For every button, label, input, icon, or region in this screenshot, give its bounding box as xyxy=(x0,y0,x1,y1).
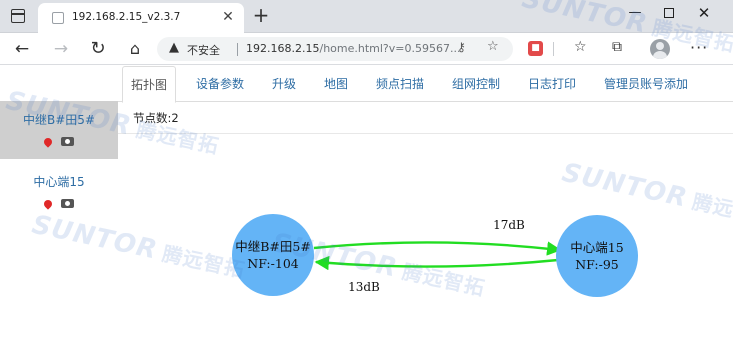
tab-topology[interactable]: 拓扑图 xyxy=(122,66,177,103)
tab-upgrade[interactable]: 升级 xyxy=(272,75,296,92)
tab-device-params[interactable]: 设备参数 xyxy=(196,75,244,92)
tab-map[interactable]: 地图 xyxy=(324,75,348,92)
url-text[interactable]: 192.168.2.15/home.html?v=0.59567... xyxy=(246,42,460,55)
tab-frequency-scan[interactable]: 频点扫描 xyxy=(376,75,424,92)
topology-node-center-nf: NF:-95 xyxy=(575,257,619,272)
tab-title: 192.168.2.15_v2.3.7 xyxy=(72,11,181,23)
node-count: 节点数:2 xyxy=(133,111,179,125)
close-window-button[interactable]: ✕ xyxy=(690,2,718,24)
maximize-button[interactable] xyxy=(655,2,683,24)
forward-icon[interactable]: → xyxy=(50,38,72,60)
topology-node-center-name: 中心端15 xyxy=(570,240,623,255)
new-tab-button[interactable]: + xyxy=(250,4,272,26)
reload-icon[interactable]: ↻ xyxy=(87,38,109,60)
page-favicon-icon xyxy=(52,12,64,24)
extension-icon[interactable]: ■ xyxy=(528,41,543,56)
sidebar-node-center[interactable]: 中心端15 xyxy=(0,163,118,221)
back-icon[interactable]: ← xyxy=(11,38,33,60)
page-content: 中继B#田5# 中心端15 拓扑图 设备参数 升级 地图 频点扫描 组网控制 日… xyxy=(0,66,733,342)
warning-icon[interactable]: ▲ xyxy=(169,40,179,55)
address-bar[interactable]: ▲ 不安全 192.168.2.15/home.html?v=0.59567..… xyxy=(157,37,513,61)
maximize-icon xyxy=(664,7,674,18)
link-13db-label: 13dB xyxy=(348,280,380,294)
tab-log-print[interactable]: 日志打印 xyxy=(528,75,576,92)
sidebar-node-relay[interactable]: 中继B#田5# xyxy=(0,101,118,159)
browser-tab[interactable]: 192.168.2.15_v2.3.7 ✕ xyxy=(38,3,244,33)
sidebar-node-name: 中心端15 xyxy=(33,175,85,189)
favorites-icon[interactable]: ☆ xyxy=(574,39,587,55)
home-icon[interactable]: ⌂ xyxy=(124,38,146,60)
browser-toolbar: ← → ↻ ⌂ ▲ 不安全 192.168.2.15/home.html?v=0… xyxy=(0,33,733,65)
url-path: /home.html?v=0.59567... xyxy=(319,42,461,55)
browser-tab-strip: 192.168.2.15_v2.3.7 ✕ + — ✕ xyxy=(0,0,733,33)
link-13db-edge[interactable] xyxy=(314,255,559,271)
menu-icon[interactable]: ··· xyxy=(690,38,708,57)
omnibox-divider xyxy=(237,43,238,56)
collections-icon[interactable]: ⧉ xyxy=(612,39,622,55)
sidebar-node-name: 中继B#田5# xyxy=(23,113,95,127)
link-17db-edge[interactable] xyxy=(313,241,562,256)
node-sidebar: 中继B#田5# 中心端15 xyxy=(0,66,118,342)
tab-network-control[interactable]: 组网控制 xyxy=(452,75,500,92)
key-icon[interactable]: ⚷ xyxy=(457,40,466,54)
window-icon[interactable] xyxy=(11,9,25,23)
add-favorite-icon[interactable]: ☆ xyxy=(487,39,499,54)
topology-node-relay[interactable] xyxy=(232,214,314,296)
topology-node-relay-nf: NF:-104 xyxy=(247,256,299,271)
camera-icon[interactable] xyxy=(61,137,75,146)
toolbar-divider xyxy=(553,42,554,56)
location-pin-icon[interactable] xyxy=(41,197,54,210)
camera-icon[interactable] xyxy=(61,199,75,208)
profile-icon[interactable] xyxy=(650,39,670,59)
tab-close-icon[interactable]: ✕ xyxy=(220,9,236,25)
nav-tabs: 拓扑图 设备参数 升级 地图 频点扫描 组网控制 日志打印 管理员账号添加 xyxy=(118,66,733,103)
tab-admin-account[interactable]: 管理员账号添加 xyxy=(604,75,688,92)
link-17db-label: 17dB xyxy=(493,218,525,232)
minimize-button[interactable]: — xyxy=(621,2,649,24)
url-host: 192.168.2.15 xyxy=(246,42,320,55)
location-pin-icon[interactable] xyxy=(41,135,54,148)
topology-graph: 中继B#田5# NF:-104 中心端15 NF:-95 17dB 13dB xyxy=(232,214,638,297)
topology-node-center[interactable] xyxy=(556,215,638,297)
security-label[interactable]: 不安全 xyxy=(187,42,220,58)
topology-node-relay-name: 中继B#田5# xyxy=(235,239,311,254)
